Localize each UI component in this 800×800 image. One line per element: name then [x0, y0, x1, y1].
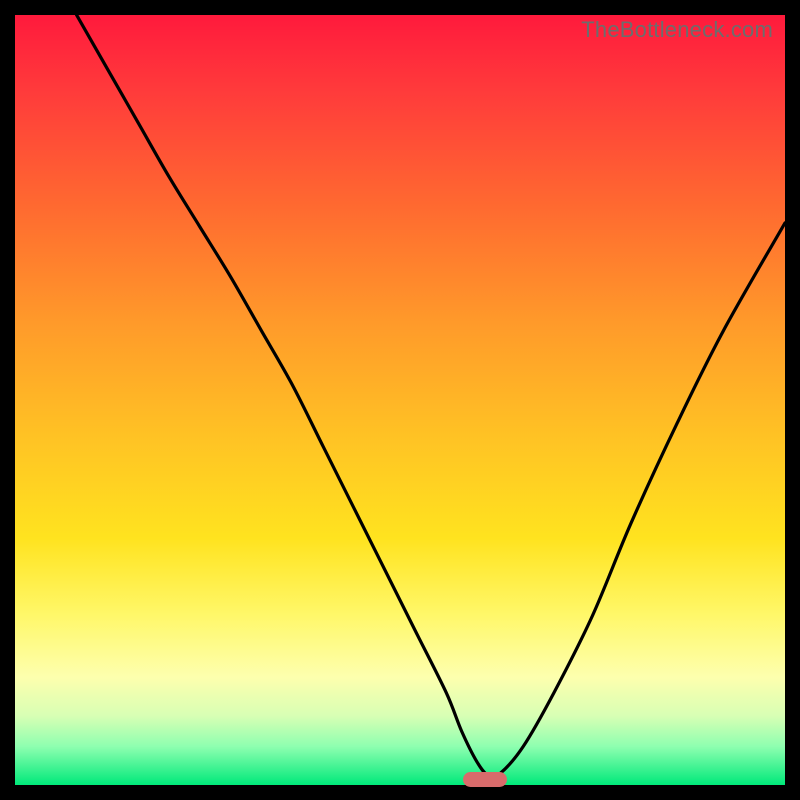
chart-container: TheBottleneck.com — [0, 0, 800, 800]
plot-area: TheBottleneck.com — [15, 15, 785, 785]
curve-path — [77, 15, 785, 777]
bottleneck-curve — [15, 15, 785, 785]
minimum-marker — [463, 772, 507, 787]
